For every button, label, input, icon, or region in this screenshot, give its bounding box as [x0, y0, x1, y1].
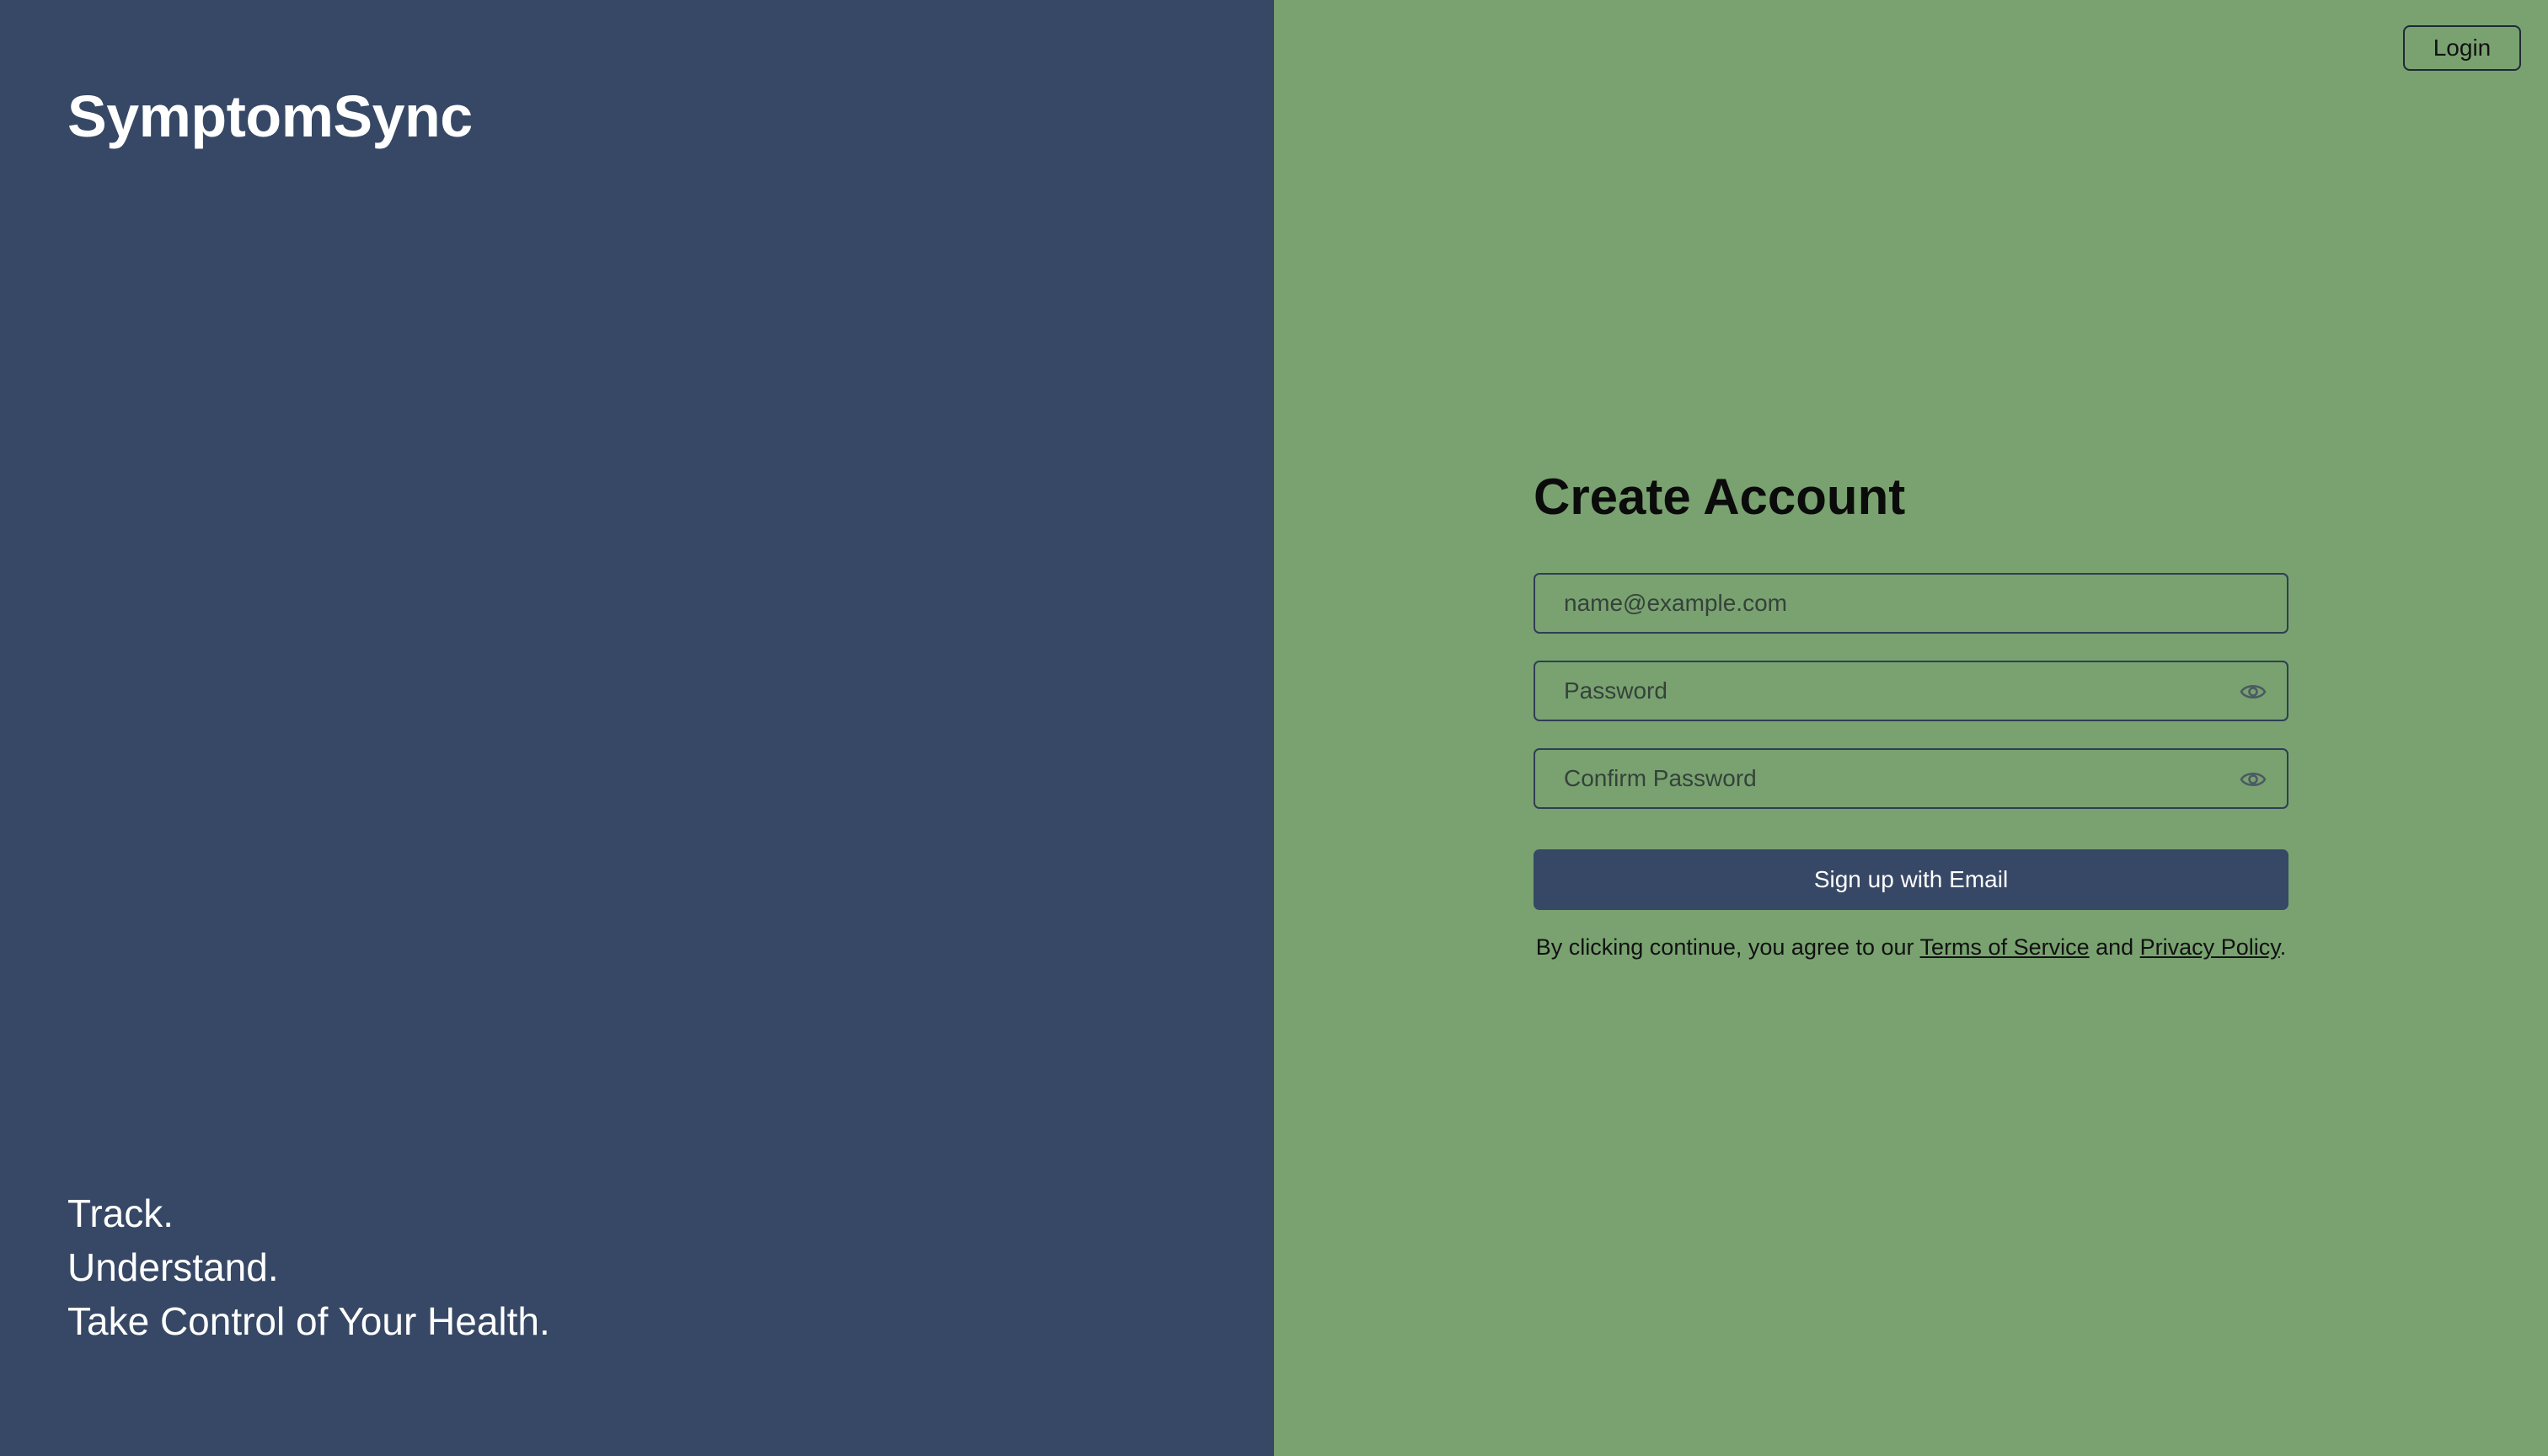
form-title: Create Account [1534, 468, 1906, 525]
sign-up-with-email-button[interactable]: Sign up with Email [1534, 849, 2288, 910]
email-input[interactable] [1535, 575, 2287, 632]
email-field-wrapper [1534, 573, 2288, 634]
brand-logo-text: SymptomSync [67, 83, 473, 149]
confirm-password-field-wrapper [1534, 748, 2288, 809]
confirm-password-input[interactable] [1535, 750, 2287, 807]
signup-panel: Login Create Account Sign up [1274, 0, 2548, 1456]
login-button[interactable]: Login [2403, 25, 2521, 71]
legal-prefix: By clicking continue, you agree to our [1535, 934, 1920, 960]
tagline: Track. Understand. Take Control of Your … [67, 1186, 550, 1348]
legal-notice: By clicking continue, you agree to our T… [1534, 930, 2288, 964]
legal-suffix: . [2279, 934, 2287, 960]
eye-icon[interactable] [2240, 681, 2267, 703]
tagline-line-take-control: Take Control of Your Health. [67, 1299, 550, 1343]
password-field-wrapper [1534, 661, 2288, 721]
terms-of-service-link[interactable]: Terms of Service [1920, 934, 2090, 960]
password-input[interactable] [1535, 662, 2287, 720]
create-account-form: Create Account Sign up with Email [1534, 462, 2288, 964]
eye-icon[interactable] [2240, 768, 2267, 790]
brand-panel: SymptomSync Track. Understand. Take Cont… [0, 0, 1274, 1456]
tagline-line-understand: Understand. [67, 1245, 279, 1289]
privacy-policy-link[interactable]: Privacy Policy [2140, 934, 2280, 960]
tagline-line-track: Track. [67, 1191, 174, 1235]
signup-page: SymptomSync Track. Understand. Take Cont… [0, 0, 2548, 1456]
legal-conjunction: and [2089, 934, 2140, 960]
